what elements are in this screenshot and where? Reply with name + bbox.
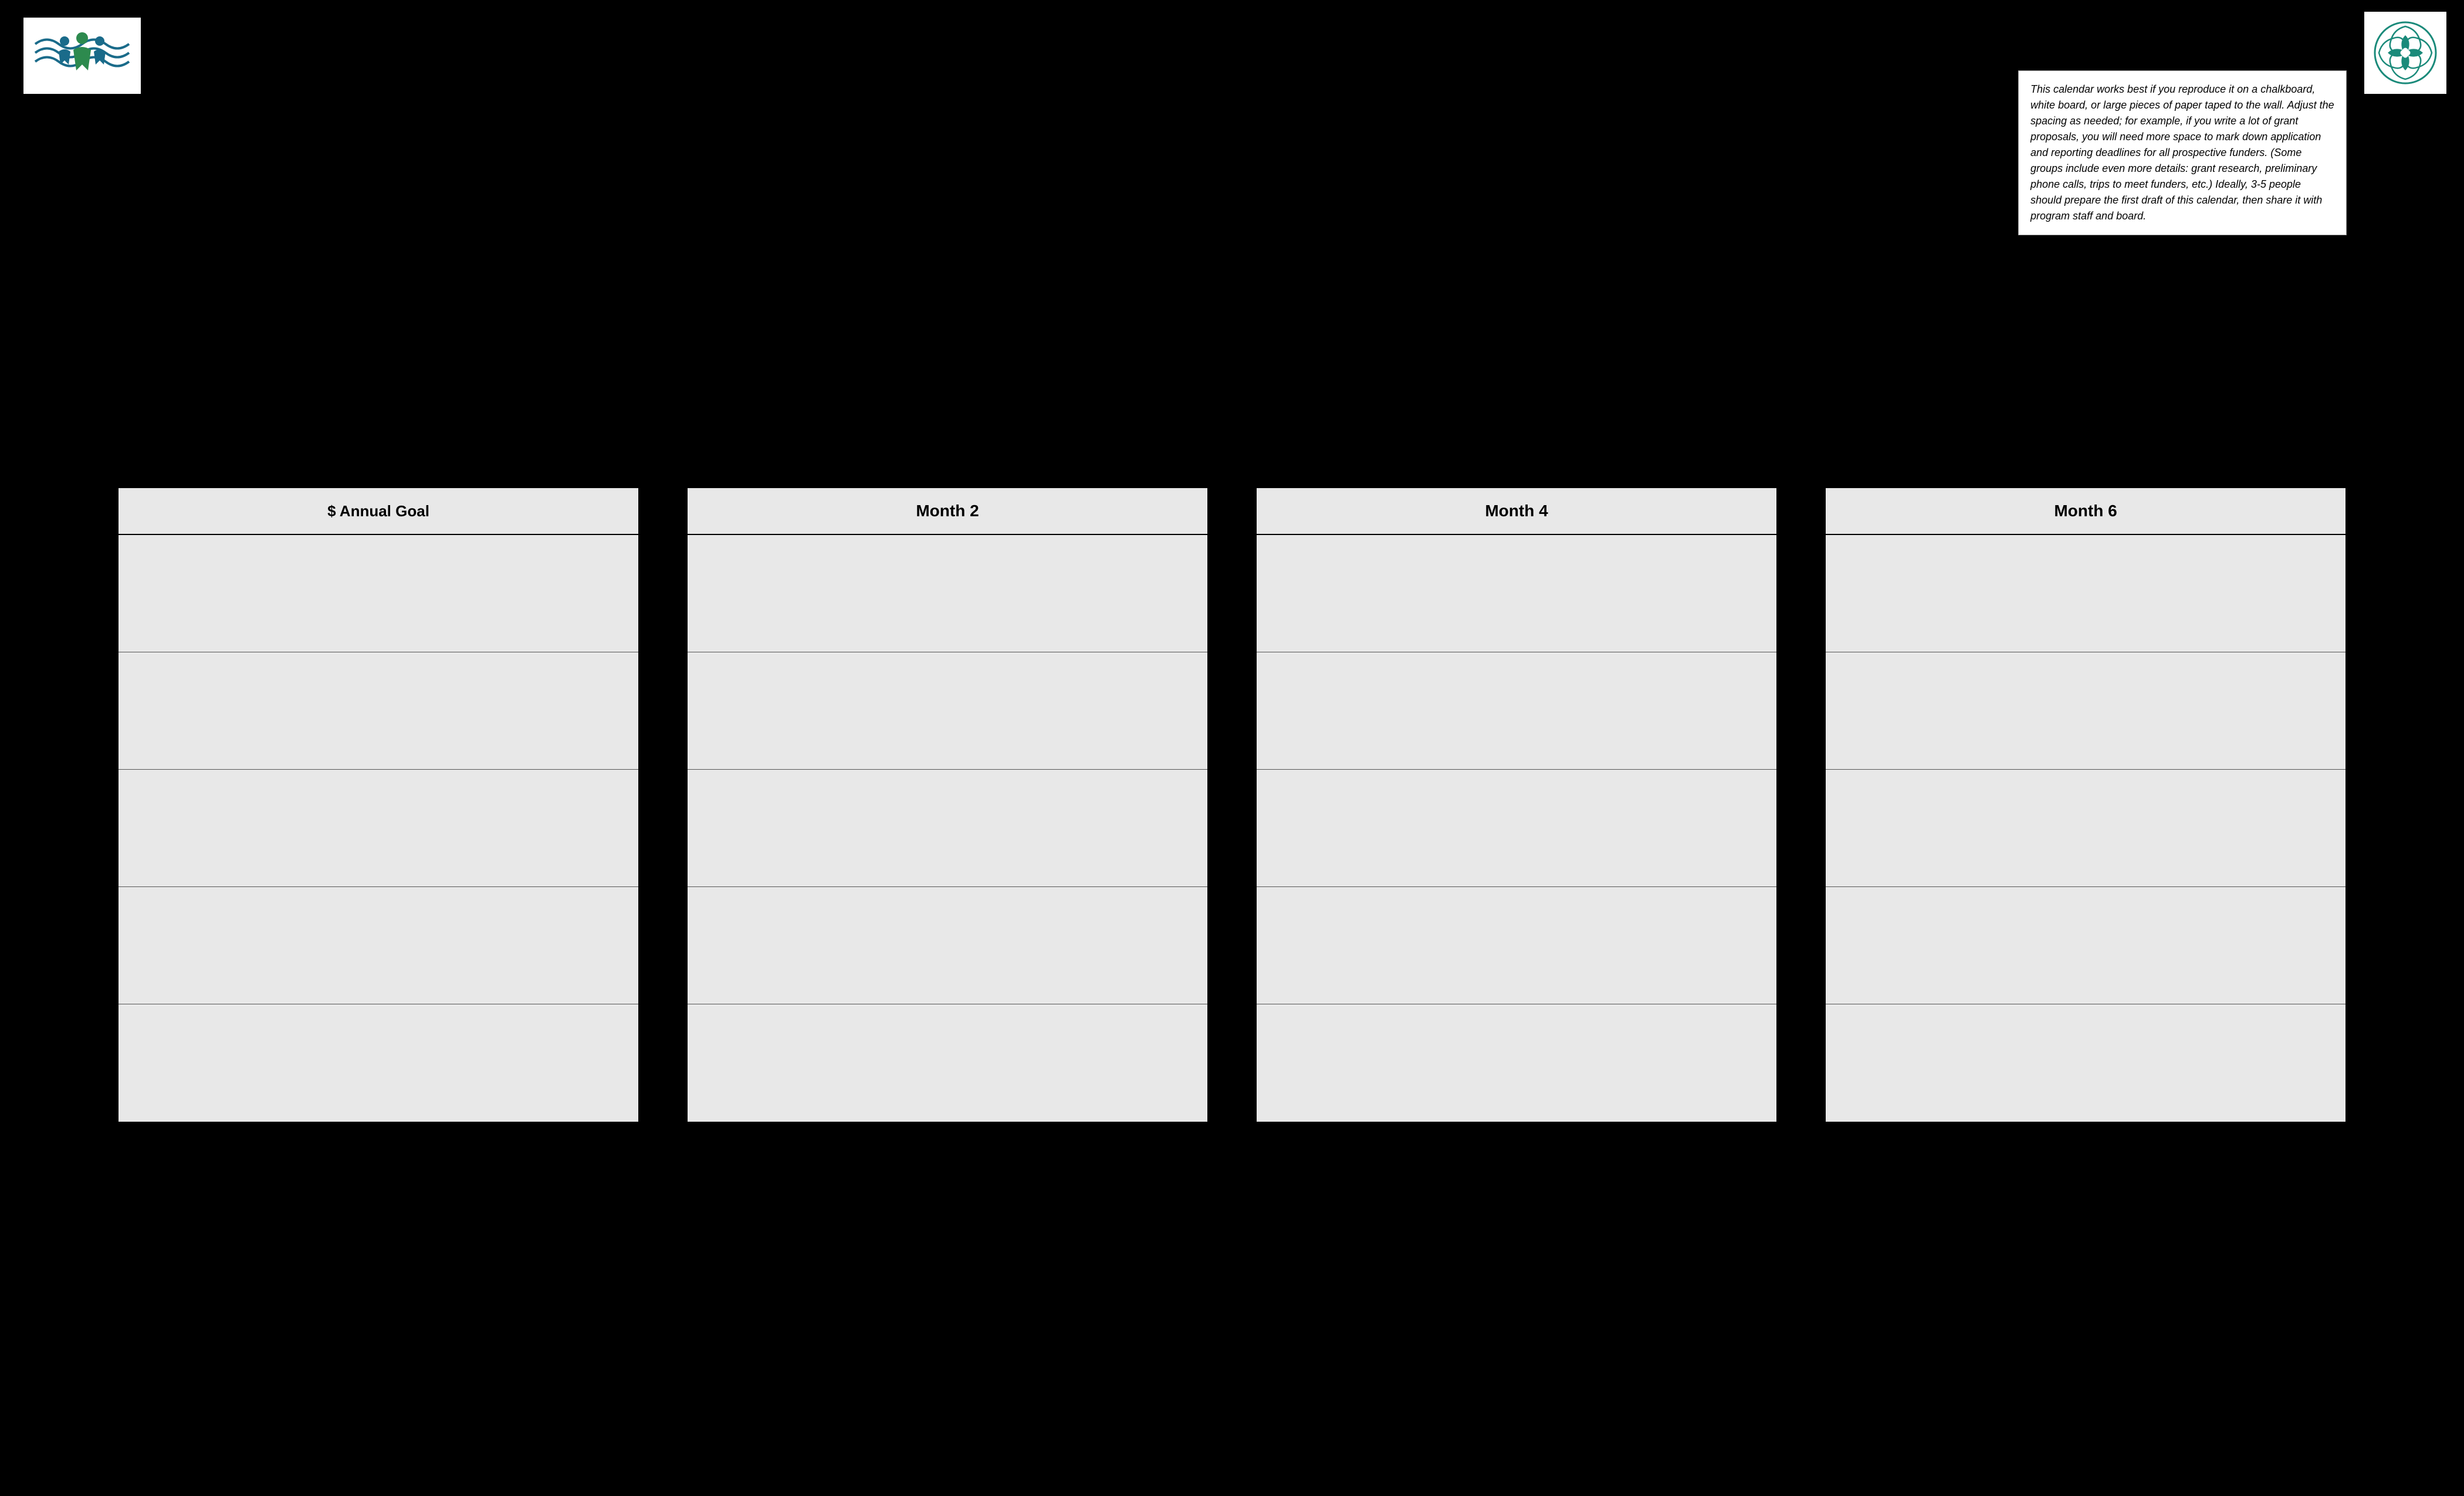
column-month2: Month 2 xyxy=(686,487,1209,1123)
column-month6: Month 6 xyxy=(1825,487,2347,1123)
table-row xyxy=(688,1004,1207,1122)
table-row xyxy=(1257,770,1776,887)
table-row xyxy=(1257,535,1776,652)
column-month4-header: Month 4 xyxy=(1257,488,1776,535)
table-row xyxy=(1826,652,2345,770)
table-row xyxy=(688,652,1207,770)
table-row xyxy=(119,887,638,1004)
column-annual-header: $ Annual Goal xyxy=(119,488,638,535)
column-month6-header: Month 6 xyxy=(1826,488,2345,535)
column-annual: $ Annual Goal xyxy=(117,487,639,1123)
table-row xyxy=(119,535,638,652)
column-month2-header: Month 2 xyxy=(688,488,1207,535)
table-row xyxy=(1826,1004,2345,1122)
logo-left xyxy=(23,18,141,94)
table-row xyxy=(688,770,1207,887)
logo-right xyxy=(2364,12,2446,94)
grid-area: $ Annual Goal Month 2 Month 4 Month 6 xyxy=(117,487,2347,1123)
table-row xyxy=(1826,535,2345,652)
info-box: This calendar works best if you reproduc… xyxy=(2018,70,2347,235)
table-row xyxy=(1826,887,2345,1004)
table-row xyxy=(1826,770,2345,887)
table-row xyxy=(688,887,1207,1004)
table-row xyxy=(1257,1004,1776,1122)
table-row xyxy=(119,1004,638,1122)
column-month4: Month 4 xyxy=(1255,487,1778,1123)
table-row xyxy=(1257,887,1776,1004)
table-row xyxy=(119,770,638,887)
info-text: This calendar works best if you reproduc… xyxy=(2030,82,2334,224)
table-row xyxy=(119,652,638,770)
table-row xyxy=(1257,652,1776,770)
table-row xyxy=(688,535,1207,652)
